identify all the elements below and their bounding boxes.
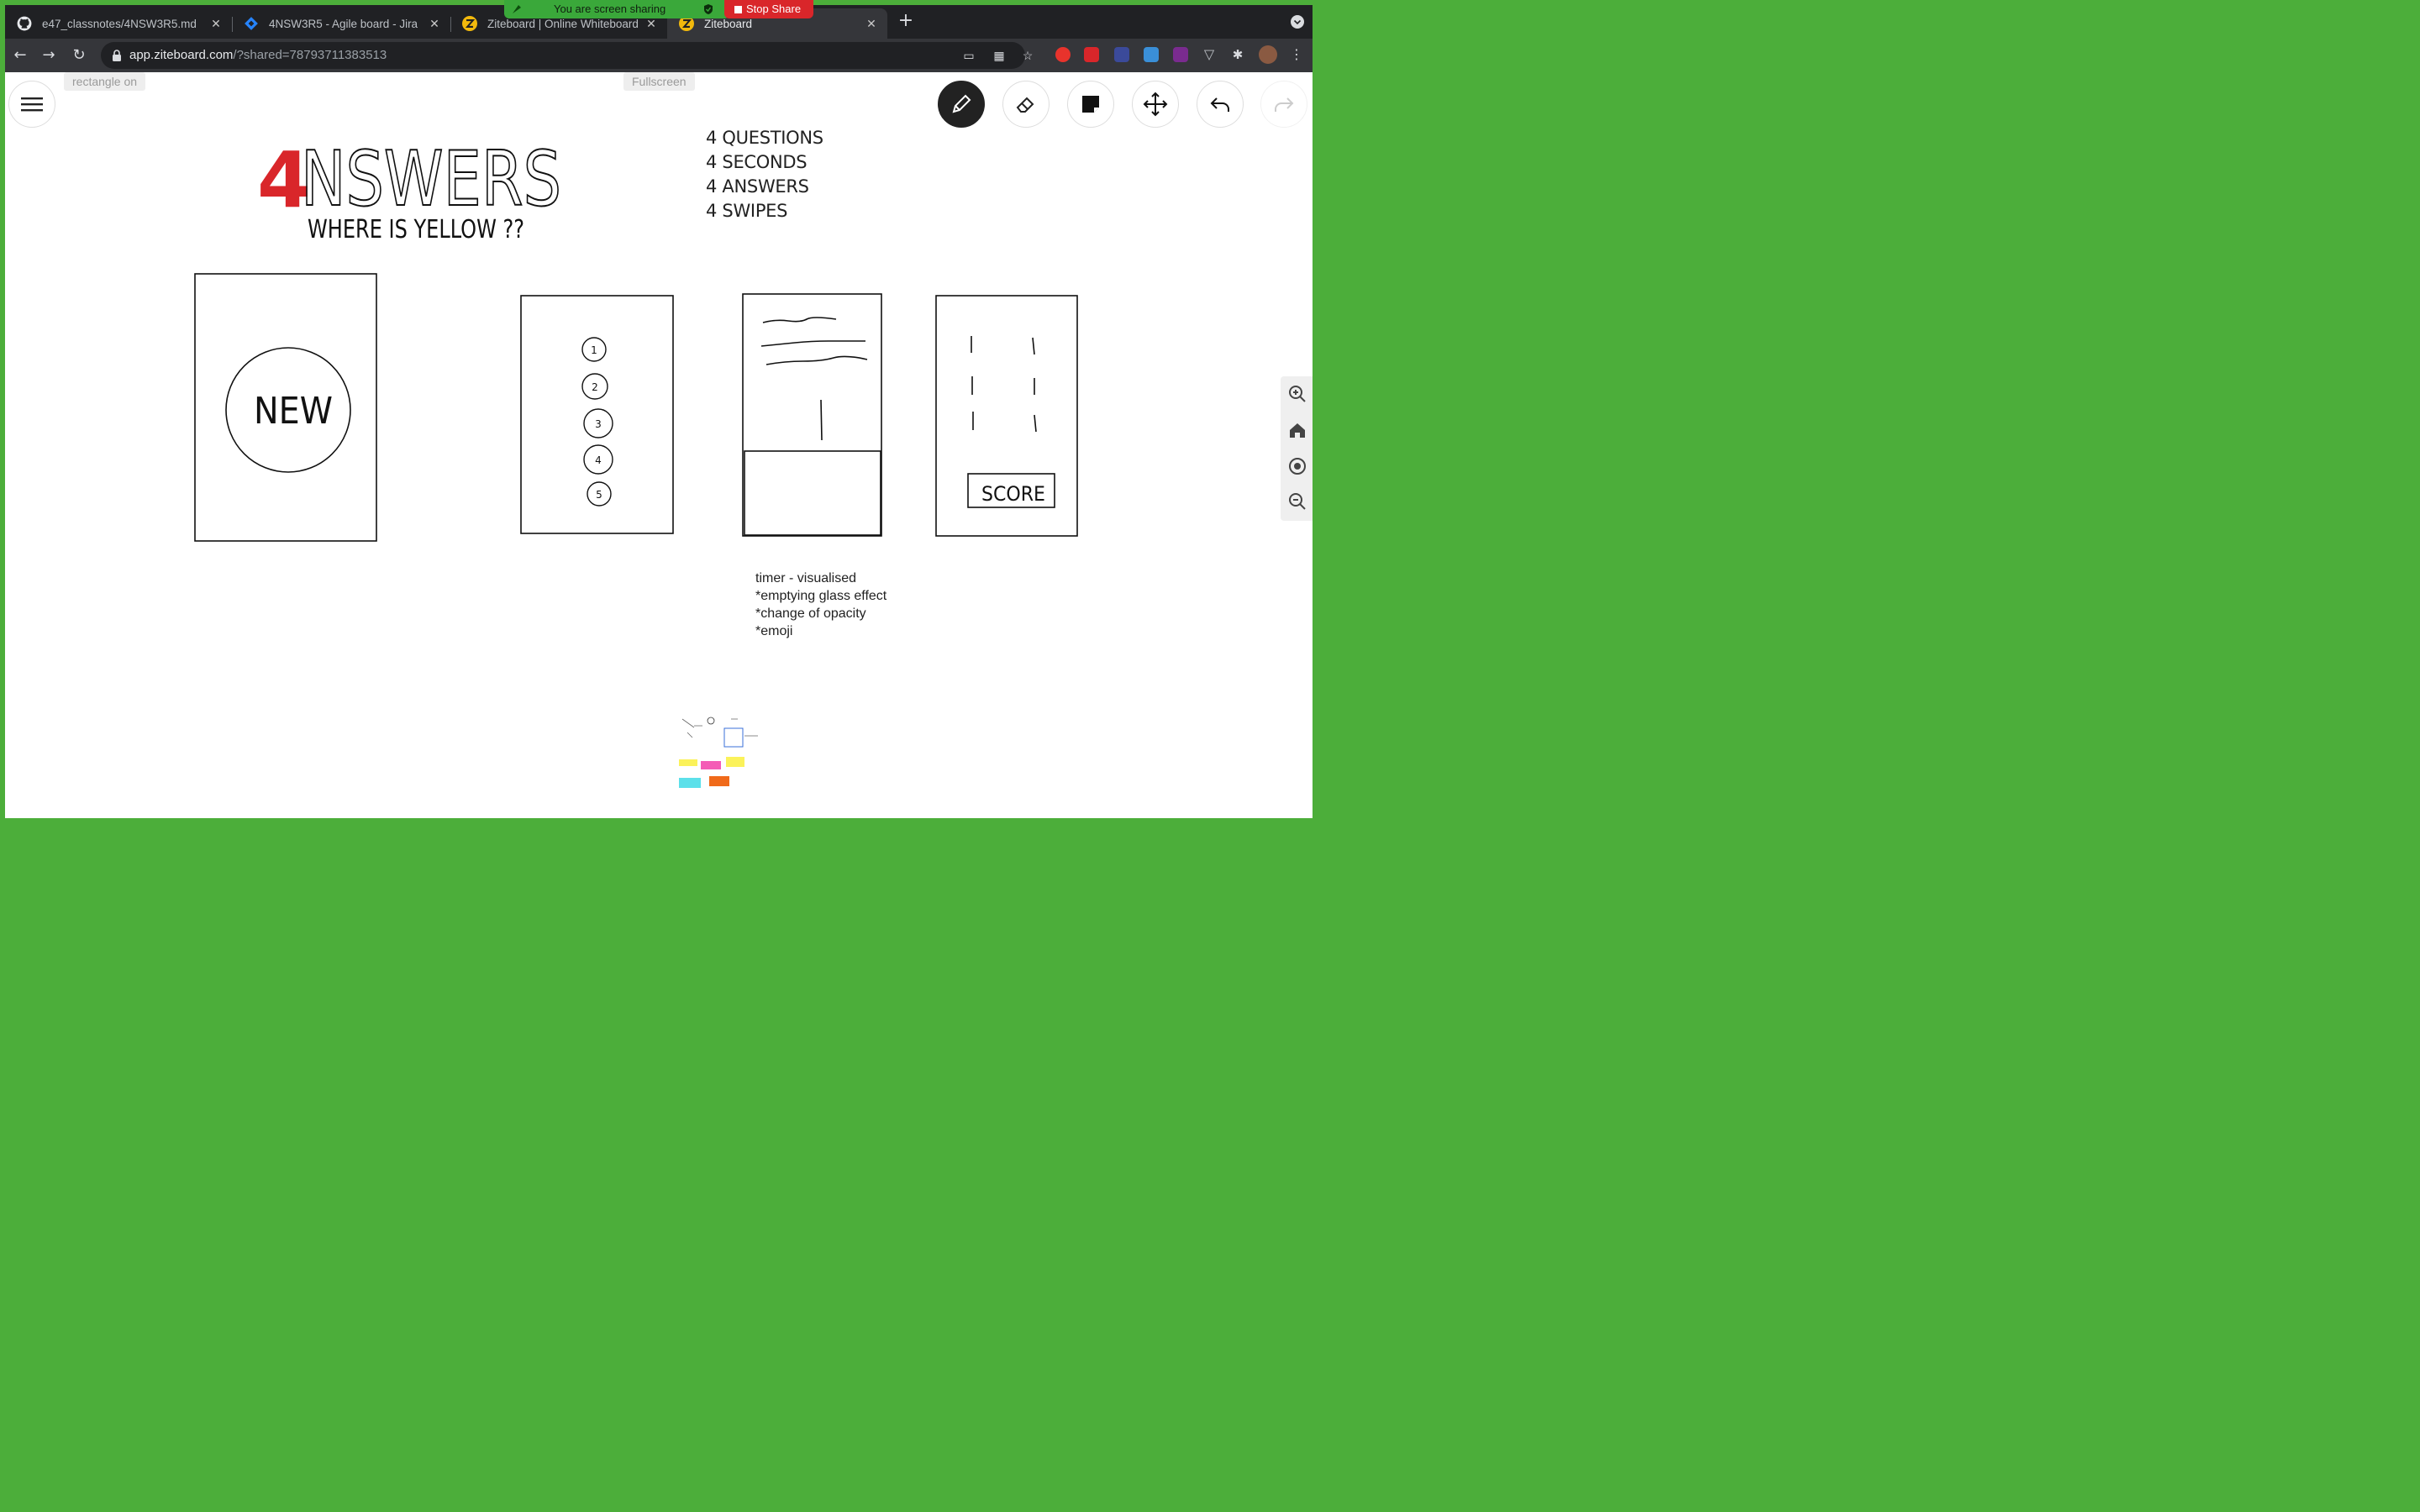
jira-icon [245,17,258,30]
stop-share-label: Stop Share [746,3,802,15]
tab-title: e47_classnotes/4NSW3R5.md [42,17,197,30]
zoom-controls [1281,376,1313,521]
share-arrow-icon [513,5,521,13]
tab-title: Ziteboard | Online Whiteboard [487,17,639,30]
zoom-in-icon[interactable] [1288,385,1307,403]
tally-mark [1032,337,1035,355]
timer-note-line: timer - visualised [755,571,857,585]
close-icon[interactable]: ✕ [208,16,224,31]
extension-purple-icon[interactable] [1173,47,1188,62]
minimap-note-pink [701,761,721,769]
minimap-note-orange [709,776,729,786]
scribble-line [765,355,868,365]
minimap-thumbnail [679,714,763,795]
back-icon[interactable]: ← [10,45,30,66]
github-icon [17,16,32,31]
url-host: app.ziteboard.com [129,48,234,62]
tab-search-chevron-icon[interactable] [1291,15,1304,29]
tally-marks [971,336,1037,433]
extension-stop-icon[interactable] [1055,47,1071,62]
new-tab-plus-icon[interactable]: + [896,12,916,32]
tab-title: Ziteboard [704,17,753,30]
share-banner-text: You are screen sharing [554,3,666,15]
screen-share-banner: You are screen sharing [504,0,729,18]
score-label: SCORE [981,482,1045,506]
answer-digit: 1 [591,344,597,356]
extension-vue-icon[interactable]: ▽ [1202,47,1217,62]
scribble-line [762,317,837,323]
whiteboard-canvas[interactable]: rectangle on Fullscreen 4 NSWERS WHERE I… [5,72,1313,818]
address-bar[interactable]: app.ziteboard.com/?shared=78793711383513… [101,42,1033,69]
zoom-out-icon[interactable] [1288,492,1307,511]
extension-dark-icon[interactable] [1114,47,1129,62]
reload-icon[interactable]: ↻ [69,45,89,66]
timer-notes: timer - visualised *emptying glass effec… [755,570,886,640]
screen-question [742,293,882,537]
lock-icon [113,50,121,61]
tab-title: 4NSW3R5 - Agile board - Jira [269,17,418,30]
timer-line [820,399,823,441]
shield-check-icon [704,4,713,14]
extension-blue-icon[interactable] [1144,47,1159,62]
minimap-note-cyan [679,778,701,788]
timer-note-line: *emoji [755,624,793,638]
answer-digit: 4 [595,454,602,466]
question-line: 4 ANSWERS [706,176,809,197]
stop-square-icon [734,6,742,13]
question-line: 4 QUESTIONS [706,128,823,148]
qr-code-icon[interactable]: ▦ [992,48,1007,63]
profile-avatar[interactable] [1259,45,1277,64]
forward-icon[interactable]: → [39,45,59,66]
tab-jira[interactable]: 4NSW3R5 - Agile board - Jira ✕ [232,8,450,39]
timer-note-line: *emptying glass effect [755,589,887,603]
question-line: 4 SECONDS [706,152,808,172]
close-icon[interactable]: ✕ [864,16,879,31]
minimap-note-yellow [726,757,744,767]
stop-share-button[interactable]: Stop Share [724,0,813,18]
scribble-line [760,340,865,347]
minimap-note-yellow [679,759,697,766]
center-icon[interactable] [1288,457,1307,475]
tally-mark [1034,414,1037,433]
url-path: /?shared=78793711383513 [233,48,387,62]
timer-glass-box [744,450,881,536]
home-icon[interactable] [1288,421,1307,439]
bookmark-star-icon[interactable]: ☆ [1020,48,1035,63]
new-label: NEW [254,390,333,433]
cast-icon[interactable]: ▭ [961,48,976,63]
title-nswers: NSWERS [301,135,561,223]
subtitle-where-is-yellow: WHERE IS YELLOW ?? [308,215,524,244]
answer-digit: 2 [592,381,598,393]
tab-github[interactable]: e47_classnotes/4NSW3R5.md ✕ [5,8,232,39]
extension-video-icon[interactable] [1084,47,1099,62]
answer-digit: 3 [595,418,602,430]
timer-note-line: *change of opacity [755,606,866,621]
ziteboard-icon [462,16,477,31]
questions-list: 4 QUESTIONS 4 SECONDS 4 ANSWERS 4 SWIPES [706,126,823,223]
close-icon[interactable]: ✕ [427,16,442,31]
whiteboard-drawing: 4 NSWERS WHERE IS YELLOW ?? NEW 1 2 3 4 … [194,134,1078,795]
browser-menu-kebab-icon[interactable]: ⋮ [1289,47,1304,62]
answer-digit: 5 [596,489,602,501]
url-text: app.ziteboard.com/?shared=78793711383513 [129,48,387,62]
extensions-puzzle-icon[interactable]: ✱ [1230,47,1245,62]
question-line: 4 SWIPES [706,201,788,221]
